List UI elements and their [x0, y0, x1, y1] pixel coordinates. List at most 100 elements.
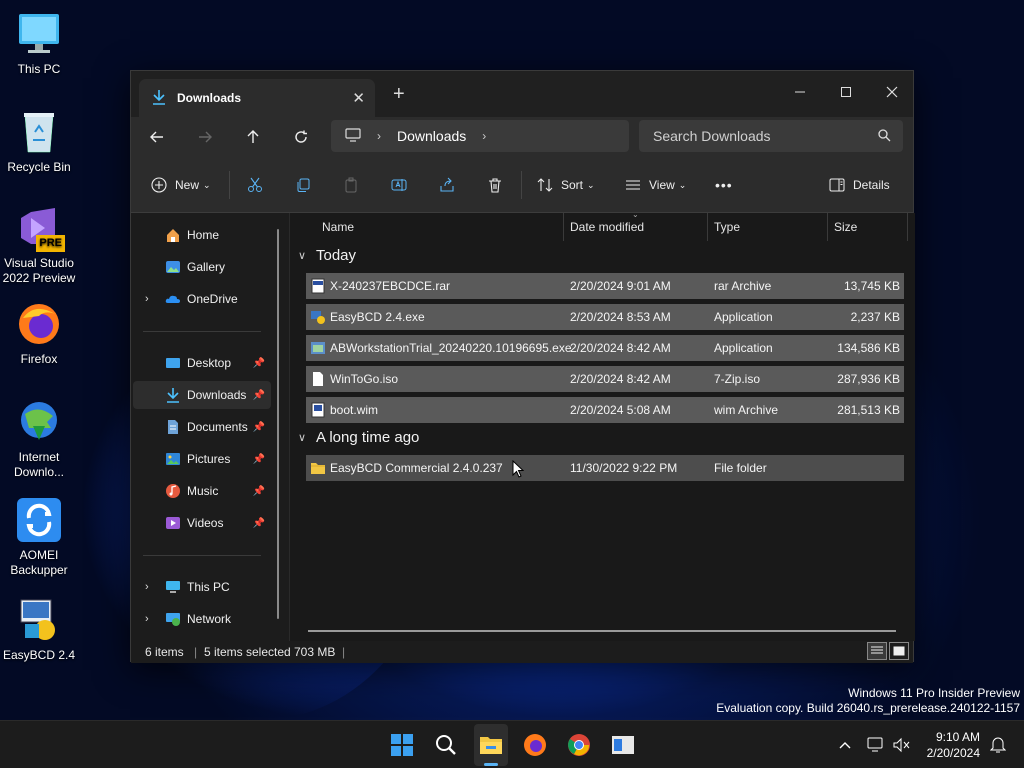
table-row[interactable]: boot.wim 2/20/2024 5:08 AM wim Archive 2… — [306, 397, 904, 423]
close-tab-icon[interactable]: ✕ — [352, 89, 365, 107]
sidebar-item-documents[interactable]: Documents 📌 — [133, 413, 271, 441]
desktop-icon-firefox[interactable]: Firefox — [2, 300, 76, 367]
aomei-backupper-icon — [15, 496, 63, 544]
sidebar-item-home[interactable]: Home — [133, 221, 271, 249]
more-options-button[interactable]: ••• — [715, 173, 733, 197]
visual-studio-icon: PRE — [15, 204, 65, 252]
share-button[interactable] — [439, 173, 455, 197]
column-divider[interactable] — [707, 213, 708, 241]
horizontal-scrollbar[interactable] — [308, 630, 896, 632]
pin-icon[interactable]: 📌 — [253, 518, 265, 529]
monitor-icon — [15, 10, 63, 58]
search-input[interactable]: Search Downloads — [639, 120, 903, 152]
refresh-button[interactable] — [287, 125, 315, 149]
breadcrumb-downloads[interactable]: Downloads — [397, 128, 466, 144]
sidebar-item-label: Gallery — [187, 260, 226, 274]
large-icons-view-toggle[interactable] — [889, 642, 909, 660]
forward-button[interactable] — [191, 125, 219, 149]
table-row[interactable]: WinToGo.iso 2/20/2024 8:42 AM 7-Zip.iso … — [306, 366, 904, 392]
new-tab-button[interactable]: + — [393, 83, 405, 106]
sidebar-item-this-pc[interactable]: › This PC — [133, 573, 271, 601]
cut-button[interactable] — [247, 173, 263, 197]
sidebar-item-network[interactable]: › Network — [133, 605, 271, 633]
table-row[interactable]: X-240237EBCDCE.rar 2/20/2024 9:01 AM rar… — [306, 273, 904, 299]
chevron-right-icon[interactable]: › — [145, 581, 149, 593]
sort-button[interactable]: Sort ⌄ — [537, 173, 595, 197]
pin-icon[interactable]: 📌 — [253, 454, 265, 465]
desktop-icon-idm[interactable]: Internet Downlo... — [2, 398, 76, 480]
this-pc-monitor-icon[interactable] — [345, 127, 361, 145]
volume-tray-button[interactable] — [886, 729, 918, 761]
details-view-toggle[interactable] — [867, 642, 887, 660]
desktop-icon-easybcd[interactable]: EasyBCD 2.4 — [2, 596, 76, 663]
table-row[interactable]: EasyBCD Commercial 2.4.0.237 11/30/2022 … — [306, 455, 904, 481]
table-row[interactable]: EasyBCD 2.4.exe 2/20/2024 8:53 AM Applic… — [306, 304, 904, 330]
taskbar-chrome[interactable] — [563, 729, 595, 761]
show-hidden-icons-button[interactable] — [829, 729, 861, 761]
column-divider[interactable] — [827, 213, 828, 241]
view-button[interactable]: View ⌄ — [625, 173, 686, 197]
sidebar-item-videos[interactable]: Videos 📌 — [133, 509, 271, 537]
sidebar-item-desktop[interactable]: Desktop 📌 — [133, 349, 271, 377]
minimize-button[interactable] — [777, 77, 823, 107]
pin-icon[interactable]: 📌 — [253, 422, 265, 433]
group-header-long-ago[interactable]: ∨ A long time ago — [298, 429, 419, 446]
chevron-right-icon[interactable]: › — [145, 293, 149, 305]
home-icon — [165, 227, 181, 243]
delete-button[interactable] — [487, 173, 503, 197]
onedrive-icon — [165, 291, 181, 307]
download-arrow-icon — [151, 89, 167, 108]
rename-button[interactable] — [391, 173, 407, 197]
column-header-size[interactable]: Size — [834, 213, 857, 241]
group-header-today[interactable]: ∨ Today — [298, 247, 356, 264]
chevron-right-icon[interactable]: › — [145, 613, 149, 625]
taskbar-firefox[interactable] — [519, 729, 551, 761]
desktop-icon-recycle-bin[interactable]: Recycle Bin — [2, 108, 76, 175]
taskbar-search-button[interactable] — [430, 729, 462, 761]
details-pane-icon — [829, 178, 845, 192]
search-icon[interactable] — [878, 129, 891, 145]
new-button[interactable]: New ⌄ — [151, 173, 211, 197]
back-button[interactable] — [143, 125, 171, 149]
sort-indicator-icon: ⌄ — [632, 210, 639, 219]
taskbar-file-explorer[interactable] — [475, 729, 507, 761]
taskbar-app[interactable] — [607, 729, 639, 761]
chevron-down-icon[interactable]: ∨ — [298, 249, 312, 262]
chevron-down-icon[interactable]: ∨ — [298, 431, 312, 444]
desktop-icon-this-pc[interactable]: This PC — [2, 10, 76, 77]
divider — [143, 555, 261, 556]
pin-icon[interactable]: 📌 — [253, 486, 265, 497]
sidebar-item-gallery[interactable]: Gallery — [133, 253, 271, 281]
details-button[interactable]: Details — [829, 173, 890, 197]
item-count: 6 items — [145, 645, 184, 659]
table-row[interactable]: ABWorkstationTrial_20240220.10196695.exe… — [306, 335, 904, 361]
column-divider[interactable] — [907, 213, 908, 241]
column-header-name[interactable]: Name — [322, 213, 354, 241]
column-header-type[interactable]: Type — [714, 213, 740, 241]
desktop-icon-visual-studio[interactable]: PRE Visual Studio 2022 Preview — [2, 204, 76, 286]
divider — [521, 171, 522, 199]
sidebar-item-downloads[interactable]: Downloads 📌 — [133, 381, 271, 409]
active-app-indicator — [484, 763, 498, 766]
paste-button[interactable] — [343, 173, 359, 197]
sidebar-item-music[interactable]: Music 📌 — [133, 477, 271, 505]
notifications-button[interactable] — [982, 729, 1014, 761]
sidebar-scrollbar[interactable] — [277, 229, 279, 619]
sidebar-item-onedrive[interactable]: › OneDrive — [133, 285, 271, 313]
copy-button[interactable] — [295, 173, 311, 197]
clock[interactable]: 9:10 AM 2/20/2024 — [927, 729, 980, 761]
address-bar[interactable]: › Downloads › — [331, 120, 629, 152]
pin-icon[interactable]: 📌 — [253, 358, 265, 369]
pin-icon[interactable]: 📌 — [253, 390, 265, 401]
chevron-right-icon[interactable]: › — [377, 129, 381, 143]
maximize-button[interactable] — [823, 77, 869, 107]
tab-downloads[interactable]: Downloads ✕ — [139, 79, 375, 117]
desktop-icon-aomei[interactable]: AOMEI Backupper — [2, 496, 76, 578]
start-button[interactable] — [386, 729, 418, 761]
sidebar-item-pictures[interactable]: Pictures 📌 — [133, 445, 271, 473]
tab-label: Downloads — [177, 91, 242, 105]
close-window-button[interactable] — [869, 77, 915, 107]
chevron-right-icon[interactable]: › — [482, 129, 486, 143]
up-button[interactable] — [239, 125, 267, 149]
column-divider[interactable] — [563, 213, 564, 241]
